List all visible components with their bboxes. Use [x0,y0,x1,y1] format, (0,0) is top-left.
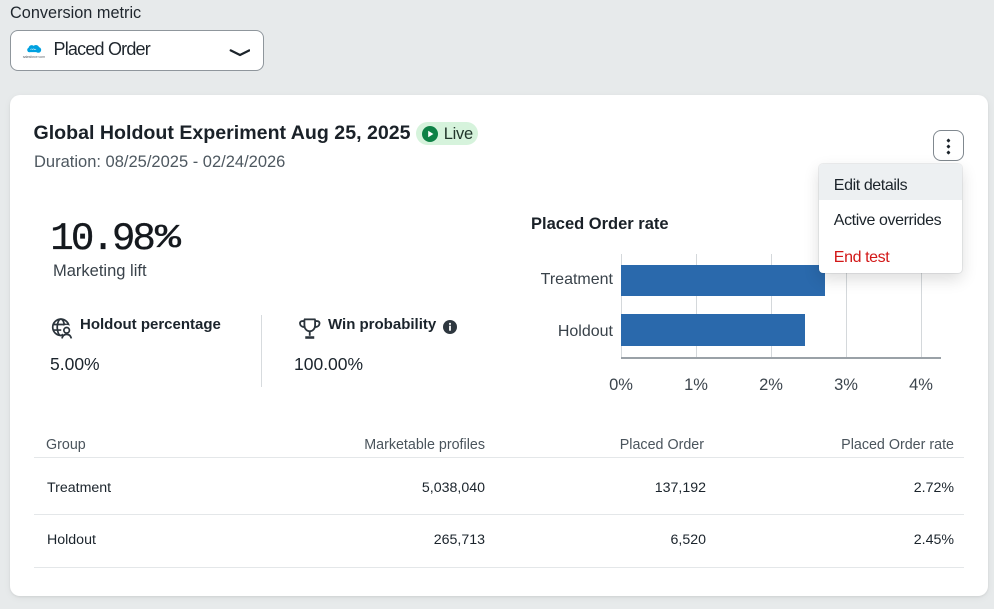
svg-text:salesforce·com: salesforce·com [23,55,46,59]
